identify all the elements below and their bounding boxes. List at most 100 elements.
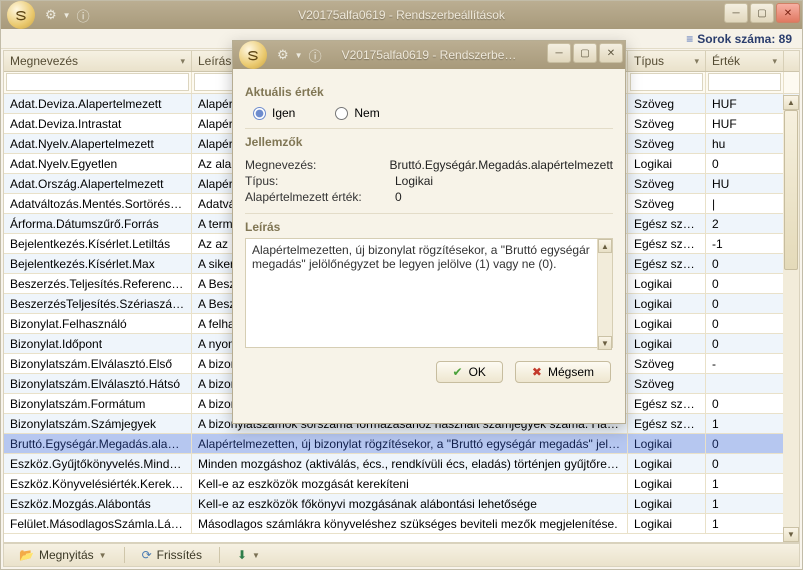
prop-name-label: Megnevezés: <box>245 158 390 172</box>
cell-val: -1 <box>706 234 784 253</box>
cell-val: | <box>706 194 784 213</box>
cancel-icon: ✖ <box>532 365 542 379</box>
cell-val: 1 <box>706 494 784 513</box>
cell-type: Logikai <box>628 514 706 533</box>
cell-type: Logikai <box>628 294 706 313</box>
cell-val: 0 <box>706 254 784 273</box>
cell-val: 0 <box>706 274 784 293</box>
cell-desc: Másodlagos számlákra könyveléshez szüksé… <box>192 514 628 533</box>
prop-name-value: Bruttó.Egységár.Megadás.alapértelmezett <box>390 158 613 172</box>
rowcount-icon: ≡ <box>686 29 693 49</box>
filter-val-input[interactable] <box>708 73 781 91</box>
cell-name: Eszköz.Gyűjtőkönyvelés.Mindenm… <box>4 454 192 473</box>
header-type[interactable]: Típus▾ <box>628 51 706 71</box>
cell-val: 0 <box>706 434 784 453</box>
check-icon: ✔ <box>453 365 463 379</box>
scroll-thumb[interactable] <box>784 110 798 270</box>
props-box: Megnevezés:Bruttó.Egységár.Megadás.alapé… <box>245 153 613 214</box>
textarea-scrollbar[interactable]: ▲ ▼ <box>597 239 612 350</box>
grid-scrollbar[interactable]: ▲ ▼ <box>783 95 799 542</box>
info-icon[interactable]: ⓘ <box>309 46 322 65</box>
cell-val: HUF <box>706 94 784 113</box>
table-row[interactable]: Eszköz.Könyvelésiérték.KerekítésKell-e a… <box>4 474 799 494</box>
cell-type: Logikai <box>628 334 706 353</box>
close-button[interactable]: ✕ <box>776 3 800 23</box>
gear-icon[interactable]: ⚙ <box>277 47 289 63</box>
chevron-down-icon[interactable]: ▾ <box>772 56 777 67</box>
cell-name: Adat.Deviza.Alapertelmezett <box>4 94 192 113</box>
scroll-up-button[interactable]: ▲ <box>783 95 799 110</box>
cell-name: Bejelentkezés.Kísérlet.Letiltás <box>4 234 192 253</box>
dialog-minimize-button[interactable]: ─ <box>547 43 571 63</box>
cell-val: HU <box>706 174 784 193</box>
dialog-maximize-button[interactable]: ▢ <box>573 43 597 63</box>
main-titlebar: ⚙ ▼ ⓘ V20175alfa0619 - Rendszerbeállítás… <box>1 1 802 29</box>
ta-scroll-up[interactable]: ▲ <box>598 239 612 253</box>
info-icon[interactable]: ⓘ <box>77 6 90 25</box>
chevron-down-icon[interactable]: ▼ <box>252 551 260 560</box>
radio-no-input[interactable] <box>335 107 348 120</box>
ok-button[interactable]: ✔OK <box>436 361 503 383</box>
cell-val: HUF <box>706 114 784 133</box>
row-count-label: Sorok száma: 89 <box>697 29 792 49</box>
radio-yes-input[interactable] <box>253 107 266 120</box>
table-row[interactable]: Eszköz.Gyűjtőkönyvelés.Mindenm…Minden mo… <box>4 454 799 474</box>
cell-desc: Minden mozgáshoz (aktiválás, écs., rendk… <box>192 454 628 473</box>
dialog-close-button[interactable]: ✕ <box>599 43 623 63</box>
gear-icon[interactable]: ⚙ <box>45 7 57 23</box>
chevron-down-icon[interactable]: ▼ <box>63 11 71 20</box>
desc-label: Leírás <box>245 220 613 234</box>
prop-type-value: Logikai <box>395 174 613 188</box>
desc-textarea[interactable] <box>245 238 613 348</box>
cell-name: Adat.Ország.Alapertelmezett <box>4 174 192 193</box>
cell-type: Szöveg <box>628 194 706 213</box>
cell-type: Szöveg <box>628 354 706 373</box>
chevron-down-icon[interactable]: ▾ <box>180 56 185 67</box>
folder-icon: 📂 <box>19 548 34 562</box>
cell-desc: Kell-e az eszközök mozgását kerekíteni <box>192 474 628 493</box>
scroll-down-button[interactable]: ▼ <box>783 527 799 542</box>
radio-row: Igen Nem <box>245 103 613 129</box>
app-icon <box>7 1 35 29</box>
refresh-button[interactable]: ⟳ Frissítés <box>133 545 211 565</box>
chevron-down-icon[interactable]: ▾ <box>694 56 699 67</box>
cell-type: Szöveg <box>628 94 706 113</box>
cell-val: 0 <box>706 314 784 333</box>
header-name[interactable]: Megnevezés▾ <box>4 51 192 71</box>
cell-name: Felület.MásodlagosSzámla.Látható <box>4 514 192 533</box>
cell-type: Logikai <box>628 474 706 493</box>
chevron-down-icon[interactable]: ▼ <box>295 51 303 60</box>
ta-scroll-down[interactable]: ▼ <box>598 336 612 350</box>
cell-type: Logikai <box>628 274 706 293</box>
cell-val: 0 <box>706 154 784 173</box>
prop-type-label: Típus: <box>245 174 395 188</box>
cell-type: Logikai <box>628 434 706 453</box>
cell-desc: Kell-e az eszközök főkönyvi mozgásának a… <box>192 494 628 513</box>
minimize-button[interactable]: ─ <box>724 3 748 23</box>
export-button[interactable]: ⬇ ▼ <box>228 545 269 565</box>
cancel-button[interactable]: ✖Mégsem <box>515 361 611 383</box>
chevron-down-icon[interactable]: ▼ <box>99 551 107 560</box>
table-row[interactable]: Eszköz.Mozgás.AlábontásKell-e az eszközö… <box>4 494 799 514</box>
cell-name: BeszerzésTeljesítés.Szériaszám.G… <box>4 294 192 313</box>
cell-type: Szöveg <box>628 174 706 193</box>
header-val[interactable]: Érték▾ <box>706 51 784 71</box>
maximize-button[interactable]: ▢ <box>750 3 774 23</box>
table-row[interactable]: Felület.MásodlagosSzámla.LáthatóMásodlag… <box>4 514 799 534</box>
export-icon: ⬇ <box>237 548 247 562</box>
cell-name: Adat.Deviza.Intrastat <box>4 114 192 133</box>
cell-val: - <box>706 354 784 373</box>
open-button[interactable]: 📂 Megnyitás ▼ <box>10 545 116 565</box>
cell-type: Logikai <box>628 454 706 473</box>
filter-name-input[interactable] <box>6 73 189 91</box>
cell-name: Bizonylatszám.Elválasztó.Hátsó <box>4 374 192 393</box>
prop-default-label: Alapértelmezett érték: <box>245 190 395 204</box>
cell-type: Egész szám <box>628 234 706 253</box>
cell-name: Bizonylat.Időpont <box>4 334 192 353</box>
radio-no[interactable]: Nem <box>335 106 379 120</box>
radio-yes[interactable]: Igen <box>253 106 295 120</box>
cell-type: Szöveg <box>628 374 706 393</box>
props-label: Jellemzők <box>245 135 613 149</box>
filter-type-input[interactable] <box>630 73 703 91</box>
table-row[interactable]: Bruttó.Egységár.Megadás.alapér…Alapértel… <box>4 434 799 454</box>
